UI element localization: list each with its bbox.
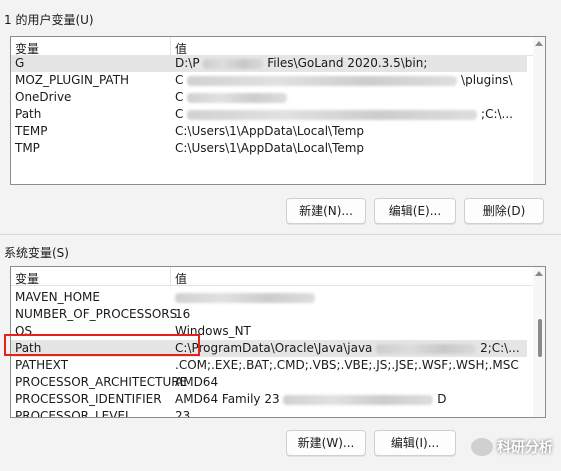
column-divider[interactable] (170, 267, 171, 285)
redacted-text (187, 75, 458, 86)
system-vars-list[interactable]: 变量 值 MAVEN_HOME NUMBER_OF_PROCESSORS 16 … (10, 266, 546, 418)
user-vars-group-label: 1 的用户变量(U) (4, 13, 94, 27)
user-var-row[interactable]: G D:\P Files\GoLand 2020.3.5\bin; (11, 55, 527, 72)
redacted-text (175, 292, 315, 303)
system-var-row[interactable]: PROCESSOR_LEVEL 23 (11, 408, 527, 417)
user-edit-button[interactable]: 编辑(E)... (374, 198, 456, 224)
system-var-row[interactable]: Path C:\ProgramData\Oracle\Java\java 2;C… (11, 340, 527, 357)
redacted-text (187, 92, 288, 103)
user-var-row[interactable]: Path C ;C:\... (11, 106, 527, 123)
col-header-value[interactable]: 值 (175, 270, 187, 287)
system-var-row[interactable]: NUMBER_OF_PROCESSORS 16 (11, 306, 527, 323)
user-new-button[interactable]: 新建(N)... (286, 198, 366, 224)
system-edit-button[interactable]: 编辑(I)... (374, 430, 456, 456)
user-var-row[interactable]: TMP C:\Users\1\AppData\Local\Temp (11, 140, 527, 157)
col-header-name[interactable]: 变量 (15, 270, 39, 287)
system-var-row[interactable]: PROCESSOR_ARCHITECTURE AMD64 (11, 374, 527, 391)
user-var-row[interactable]: TEMP C:\Users\1\AppData\Local\Temp (11, 123, 527, 140)
user-vars-header: 变量 值 (11, 37, 545, 56)
scroll-thumb[interactable] (538, 319, 542, 357)
system-var-row[interactable]: PATHEXT .COM;.EXE;.BAT;.CMD;.VBS;.VBE;.J… (11, 357, 527, 374)
system-var-row[interactable]: MAVEN_HOME (11, 289, 527, 306)
system-vars-group-label: 系统变量(S) (4, 246, 69, 260)
user-var-row[interactable]: MOZ_PLUGIN_PATH C \plugins\ (11, 72, 527, 89)
column-divider[interactable] (170, 37, 171, 55)
user-var-row[interactable]: OneDrive C (11, 89, 527, 106)
user-vars-scrollbar[interactable] (533, 37, 545, 184)
redacted-text (203, 58, 264, 69)
system-vars-header: 变量 值 (11, 267, 545, 286)
redacted-text (187, 109, 478, 120)
redacted-text (376, 343, 477, 354)
system-new-button[interactable]: 新建(W)... (286, 430, 366, 456)
scroll-up-arrow-icon[interactable] (535, 41, 543, 46)
user-vars-list[interactable]: 变量 值 G D:\P Files\GoLand 2020.3.5\bin; M… (10, 36, 546, 185)
watermark: 科研分析 (471, 437, 553, 457)
redacted-text (283, 394, 434, 405)
wechat-icon (471, 438, 493, 456)
section-divider (0, 234, 561, 235)
system-var-row[interactable]: OS Windows_NT (11, 323, 527, 340)
system-var-row[interactable]: PROCESSOR_IDENTIFIER AMD64 Family 23 D (11, 391, 527, 408)
user-delete-button[interactable]: 删除(D) (464, 198, 544, 224)
system-vars-scrollbar[interactable] (533, 267, 545, 417)
scroll-up-arrow-icon[interactable] (535, 271, 543, 276)
